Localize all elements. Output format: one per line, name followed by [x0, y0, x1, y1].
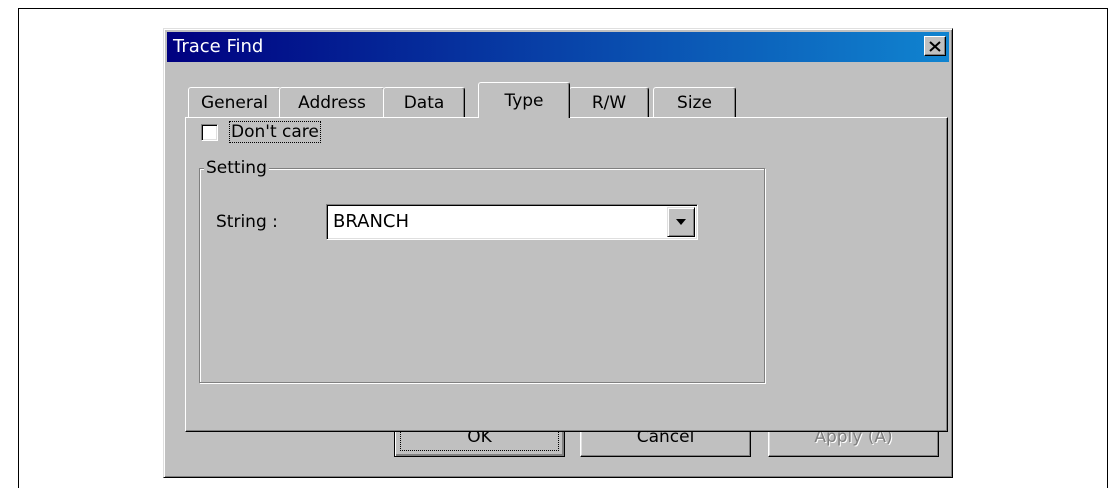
tab-address[interactable]: Address [279, 87, 385, 117]
tab-rw[interactable]: R/W [569, 87, 649, 117]
combobox-dropdown-button[interactable] [667, 207, 695, 237]
type-tab-panel: Don't care Setting String : BRANCH [185, 117, 948, 432]
tab-label: R/W [591, 92, 627, 113]
string-label: String : [216, 212, 278, 232]
tab-data[interactable]: Data [383, 87, 465, 117]
dont-care-checkbox-row[interactable]: Don't care [201, 120, 321, 144]
title-bar: Trace Find [167, 32, 949, 62]
dont-care-label[interactable]: Don't care [229, 121, 321, 143]
tab-label: Data [403, 92, 445, 113]
tab-label: Size [677, 92, 712, 113]
tab-general[interactable]: General [188, 87, 281, 117]
setting-groupbox: Setting String : BRANCH [199, 157, 765, 383]
string-combobox[interactable]: BRANCH [326, 204, 698, 240]
close-button[interactable] [924, 36, 946, 56]
tab-label: General [201, 92, 268, 113]
dialog-title: Trace Find [173, 36, 264, 57]
tab-label: Type [504, 90, 544, 111]
tab-size[interactable]: Size [653, 87, 736, 117]
dont-care-checkbox[interactable] [201, 123, 218, 141]
setting-legend: Setting [204, 157, 269, 179]
tab-label: Address [298, 92, 366, 113]
trace-find-dialog: Trace Find General Address Data Type R/W… [163, 28, 953, 478]
chevron-down-icon [676, 219, 686, 225]
string-combobox-value: BRANCH [333, 211, 410, 232]
tab-type[interactable]: Type [478, 82, 570, 118]
close-icon [929, 40, 941, 52]
